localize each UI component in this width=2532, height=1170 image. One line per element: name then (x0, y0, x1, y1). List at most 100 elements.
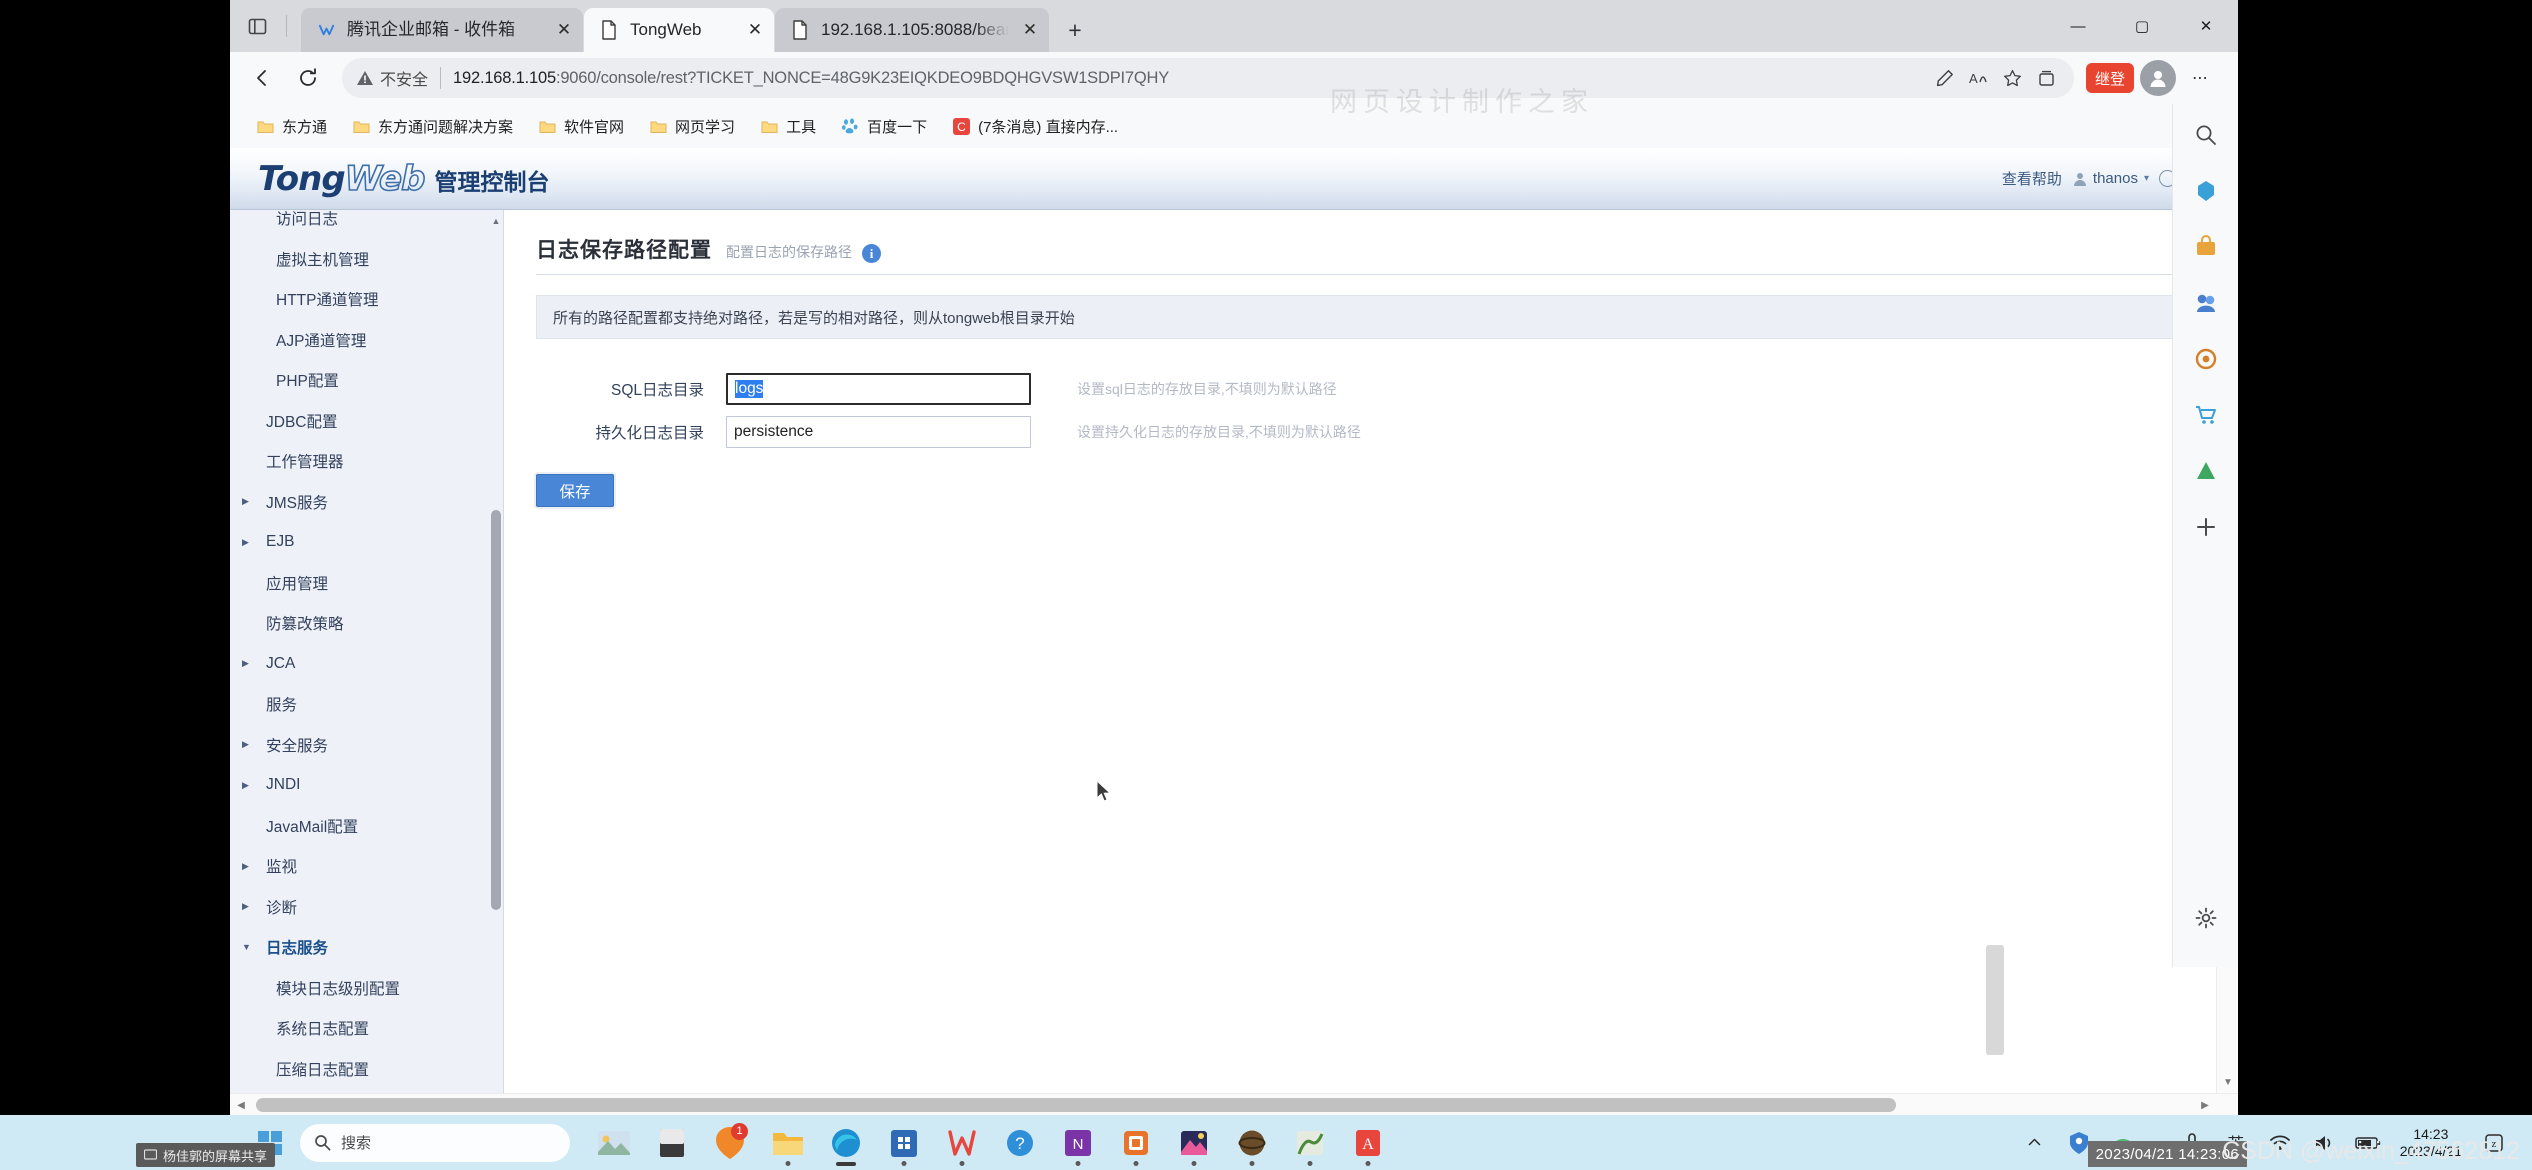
sidebar-item-virtual-host[interactable]: 虚拟主机管理 (230, 239, 503, 280)
sidebar-scrollbar[interactable]: ▲ ▼ (491, 210, 501, 1115)
sidebar-item-work-manager[interactable]: 工作管理器 (230, 441, 503, 482)
office-icon[interactable] (2183, 336, 2229, 382)
taskbar-app-onenote-icon[interactable]: N (1054, 1119, 1102, 1167)
collections-icon[interactable] (2030, 61, 2064, 95)
back-icon[interactable] (242, 58, 282, 98)
pen-icon[interactable] (1928, 61, 1962, 95)
sidebar-item-jndi[interactable]: ▶JNDI (230, 765, 503, 806)
reload-icon[interactable] (288, 58, 328, 98)
sports-icon[interactable] (2183, 280, 2229, 326)
sidebar-item-security-service[interactable]: ▶安全服务 (230, 725, 503, 766)
more-options-icon[interactable]: ⋯ (2180, 58, 2220, 98)
sidebar-item-system-log[interactable]: 系统日志配置 (230, 1008, 503, 1049)
bookmark-item[interactable]: 网页学习 (639, 110, 744, 142)
sidebar-item-module-log-level[interactable]: 模块日志级别配置 (230, 968, 503, 1009)
sidebar-item-jca[interactable]: ▶JCA (230, 644, 503, 685)
sidebar-item-log-service[interactable]: ▼日志服务 (230, 927, 503, 968)
sidebar-item-http-channel[interactable]: HTTP通道管理 (230, 279, 503, 320)
sidebar-item-javamail[interactable]: JavaMail配置 (230, 806, 503, 847)
taskbar-app-edge-icon[interactable] (822, 1119, 870, 1167)
bookmark-item[interactable]: 东方通 (246, 110, 336, 142)
running-indicator (1250, 1161, 1255, 1166)
taskbar-app-snipaste-icon[interactable] (1112, 1119, 1160, 1167)
bookmark-item[interactable]: 工具 (750, 110, 825, 142)
chevron-right-icon[interactable]: ▶ (242, 537, 258, 548)
sidebar-item-php-config[interactable]: PHP配置 (230, 360, 503, 401)
bookmark-item[interactable]: 软件官网 (528, 110, 633, 142)
taskbar-app-widgets-weather-icon[interactable] (590, 1119, 638, 1167)
scrollbar-thumb[interactable] (491, 510, 501, 910)
browser-tab-2[interactable]: 192.168.1.105:8088/beanValidate ✕ (775, 8, 1049, 52)
sidebar-item-app-management[interactable]: 应用管理 (230, 563, 503, 604)
sidebar-item-services[interactable]: 服务 (230, 684, 503, 725)
taskbar-app-navicat-icon[interactable] (1228, 1119, 1276, 1167)
chevron-right-icon[interactable]: ▶ (242, 861, 258, 872)
copilot-icon[interactable] (2183, 168, 2229, 214)
profile-pill[interactable]: 继登 (2086, 63, 2134, 93)
gear-icon[interactable] (2183, 895, 2229, 941)
sidebar-item-ajp-channel[interactable]: AJP通道管理 (230, 320, 503, 361)
chevron-right-icon[interactable]: ▶ (242, 901, 258, 912)
taskbar-app-wps-icon[interactable] (938, 1119, 986, 1167)
chevron-right-icon[interactable]: ▶ (242, 496, 258, 507)
sidebar-item-compress-log[interactable]: 压缩日志配置 (230, 1049, 503, 1090)
address-bar[interactable]: 不安全 192.168.1.105:9060/console/rest?TICK… (342, 58, 2074, 98)
sidebar-item-monitor[interactable]: ▶监视 (230, 846, 503, 887)
user-menu[interactable]: thanos ▾ (2072, 170, 2149, 187)
scroll-up-icon[interactable]: ▲ (491, 214, 501, 228)
sql-log-dir-input[interactable] (726, 373, 1031, 405)
chevron-right-icon[interactable]: ▶ (242, 780, 258, 791)
sidebar-item-access-log[interactable]: 访问日志 (230, 210, 503, 239)
new-tab-button[interactable]: + (1058, 13, 1092, 47)
edge-scroll-thumb[interactable] (1986, 945, 2004, 1055)
tab-overview-icon[interactable] (240, 9, 274, 43)
save-button[interactable]: 保存 (536, 474, 614, 507)
close-window-button[interactable]: ✕ (2174, 0, 2238, 52)
taskbar-app-acrobat-icon[interactable]: A (1344, 1119, 1392, 1167)
star-icon[interactable] (1996, 61, 2030, 95)
help-link[interactable]: 查看帮助 (2002, 168, 2062, 189)
bookmark-item[interactable]: 东方通问题解决方案 (342, 110, 522, 142)
sidebar-item-jms[interactable]: ▶JMS服务 (230, 482, 503, 523)
taskbar-app-photos-icon[interactable] (1170, 1119, 1218, 1167)
close-icon[interactable]: ✕ (742, 17, 768, 43)
taskbar-app-microsoft-store-icon[interactable] (880, 1119, 928, 1167)
add-tool-icon[interactable] (2183, 504, 2229, 550)
search-icon[interactable] (2183, 112, 2229, 158)
scroll-left-icon[interactable]: ◀ (230, 1094, 252, 1115)
bookmark-item[interactable]: C (7条消息) 直接内存... (942, 110, 1127, 142)
browser-tab-1[interactable]: TongWeb ✕ (584, 8, 774, 52)
taskbar-app-xshell-icon[interactable] (1286, 1119, 1334, 1167)
page-horizontal-scrollbar[interactable]: ◀ ▶ (230, 1093, 2238, 1115)
minimize-button[interactable]: — (2046, 0, 2110, 52)
chevron-right-icon[interactable]: ▶ (242, 658, 258, 669)
tray-chevron-up-icon[interactable] (2018, 1126, 2052, 1160)
taskbar-app-file-explorer-dark-icon[interactable] (648, 1119, 696, 1167)
taskbar-app-mail-icon[interactable]: 1 (706, 1119, 754, 1167)
browser-tab-0[interactable]: 腾讯企业邮箱 - 收件箱 ✕ (301, 8, 583, 52)
close-icon[interactable]: ✕ (551, 17, 577, 43)
close-icon[interactable]: ✕ (1017, 17, 1043, 43)
scroll-right-icon[interactable]: ▶ (2194, 1094, 2216, 1115)
read-aloud-icon[interactable]: A (1962, 61, 1996, 95)
games-icon[interactable] (2183, 448, 2229, 494)
bookmark-item[interactable]: 百度一下 (831, 110, 936, 142)
sidebar-item-jdbc-config[interactable]: JDBC配置 (230, 401, 503, 442)
persistence-log-dir-input[interactable] (726, 416, 1031, 448)
taskbar-app-folder-icon[interactable] (764, 1119, 812, 1167)
shopping-icon[interactable] (2183, 224, 2229, 270)
sidebar-item-tamper-policy[interactable]: 防篡改策略 (230, 603, 503, 644)
security-indicator[interactable]: 不安全 (356, 66, 428, 90)
sidebar-item-diagnostics[interactable]: ▶诊断 (230, 887, 503, 928)
scroll-down-icon[interactable]: ▼ (2217, 1071, 2238, 1093)
chevron-right-icon[interactable]: ▶ (242, 739, 258, 750)
avatar[interactable] (2140, 60, 2176, 96)
chevron-down-icon[interactable]: ▼ (242, 942, 258, 952)
taskbar-app-help-icon[interactable]: ? (996, 1119, 1044, 1167)
maximize-button[interactable]: ▢ (2110, 0, 2174, 52)
taskbar-search[interactable]: 搜索 (300, 1124, 570, 1162)
cart-icon[interactable] (2183, 392, 2229, 438)
sidebar-item-ejb[interactable]: ▶EJB (230, 522, 503, 563)
scrollbar-thumb[interactable] (256, 1098, 1896, 1112)
info-icon[interactable]: i (862, 244, 881, 263)
